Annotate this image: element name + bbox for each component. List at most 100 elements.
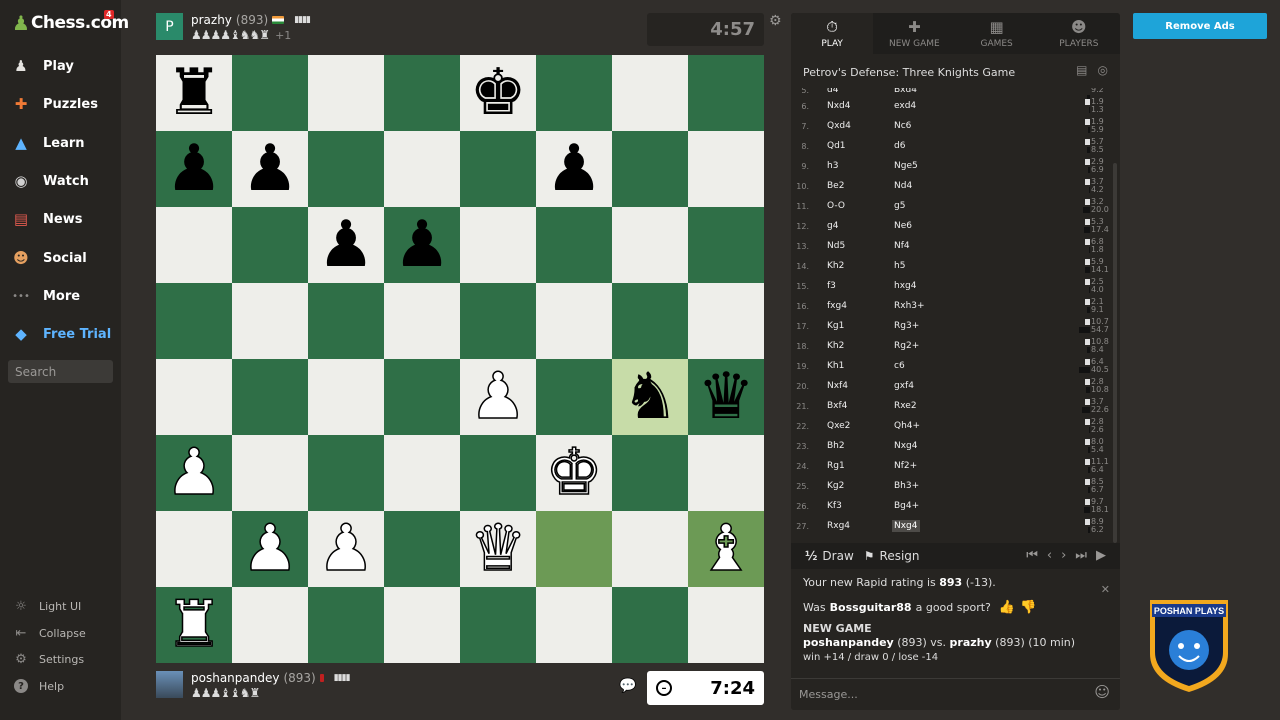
sidebar-item-news[interactable]: ▤ News: [0, 203, 121, 235]
black-move[interactable]: Nf4: [892, 240, 912, 252]
square-g4[interactable]: ♞: [612, 359, 688, 435]
white-move[interactable]: Rxg4: [827, 521, 850, 531]
last-move-icon[interactable]: ⏭: [1075, 548, 1087, 563]
square-h7[interactable]: [688, 131, 764, 207]
white-move[interactable]: Bxf4: [827, 401, 847, 411]
square-c7[interactable]: [308, 131, 384, 207]
square-h5[interactable]: [688, 283, 764, 359]
tab-new-game[interactable]: ✚ NEW GAME: [873, 13, 955, 54]
square-g3[interactable]: [612, 435, 688, 511]
white-move[interactable]: f3: [827, 281, 836, 291]
sidebar-item-play[interactable]: ♟ Play: [0, 50, 121, 82]
square-e3[interactable]: [460, 435, 536, 511]
square-a6[interactable]: [156, 207, 232, 283]
white-move[interactable]: g4: [827, 221, 838, 231]
square-c5[interactable]: [308, 283, 384, 359]
square-d1[interactable]: [384, 587, 460, 663]
square-a5[interactable]: [156, 283, 232, 359]
square-c2[interactable]: ♟: [308, 511, 384, 587]
square-f6[interactable]: [536, 207, 612, 283]
square-b6[interactable]: [232, 207, 308, 283]
black-knight-icon[interactable]: ♞: [621, 365, 678, 429]
sidebar-item-puzzles[interactable]: ✚ Puzzles: [0, 88, 121, 120]
white-move[interactable]: O-O: [827, 201, 845, 211]
white-move[interactable]: Rg1: [827, 461, 845, 471]
tab-play[interactable]: ⏱ PLAY: [791, 13, 874, 54]
resign-button[interactable]: ⚑ Resign: [864, 549, 920, 563]
explorer-icon[interactable]: ◎: [1098, 63, 1108, 77]
black-move[interactable]: Qh4+: [892, 420, 922, 432]
square-b3[interactable]: [232, 435, 308, 511]
opponent-link[interactable]: Bossguitar88: [830, 601, 912, 614]
square-a2[interactable]: [156, 511, 232, 587]
tab-games[interactable]: ▦ GAMES: [956, 13, 1038, 54]
black-move[interactable]: Nc6: [892, 120, 913, 132]
square-f8[interactable]: [536, 55, 612, 131]
square-f3[interactable]: ♚: [536, 435, 612, 511]
white-pawn-icon[interactable]: ♟: [317, 516, 376, 582]
sidebar-item-social[interactable]: ☻ Social: [0, 242, 121, 274]
thumbs-up-icon[interactable]: 👍: [999, 600, 1015, 615]
square-f5[interactable]: [536, 283, 612, 359]
square-a8[interactable]: ♜: [156, 55, 232, 131]
thumbs-down-icon[interactable]: 👎: [1020, 600, 1036, 615]
bottom-player-avatar[interactable]: [156, 671, 183, 698]
white-move[interactable]: d4: [827, 88, 838, 95]
black-king-icon[interactable]: ♚: [469, 61, 526, 125]
top-player-name[interactable]: prazhy: [191, 13, 232, 27]
black-move[interactable]: Nxg4: [892, 520, 920, 532]
square-g5[interactable]: [612, 283, 688, 359]
next-move-icon[interactable]: ›: [1061, 548, 1066, 563]
square-h2[interactable]: ♝: [688, 511, 764, 587]
white-move[interactable]: Kg2: [827, 481, 844, 491]
square-d2[interactable]: [384, 511, 460, 587]
square-e4[interactable]: ♟: [460, 359, 536, 435]
square-e7[interactable]: [460, 131, 536, 207]
black-move[interactable]: gxf4: [892, 380, 916, 392]
square-f4[interactable]: [536, 359, 612, 435]
white-move[interactable]: Kf3: [827, 501, 842, 511]
play-icon[interactable]: ▶: [1096, 548, 1106, 563]
square-c6[interactable]: ♟: [308, 207, 384, 283]
square-a1[interactable]: ♜: [156, 587, 232, 663]
square-a3[interactable]: ♟: [156, 435, 232, 511]
square-h3[interactable]: [688, 435, 764, 511]
sidebar-item-more[interactable]: ••• More: [0, 280, 121, 312]
square-e5[interactable]: [460, 283, 536, 359]
square-e1[interactable]: [460, 587, 536, 663]
black-move[interactable]: Bxd4: [892, 88, 919, 96]
message-input[interactable]: [791, 678, 1120, 710]
sidebar-item-free-trial[interactable]: ◆ Free Trial: [0, 318, 121, 350]
bottom-player-name[interactable]: poshanpandey: [191, 671, 279, 685]
square-c8[interactable]: [308, 55, 384, 131]
square-g8[interactable]: [612, 55, 688, 131]
board-settings-gear-icon[interactable]: ⚙: [769, 13, 782, 29]
square-b8[interactable]: [232, 55, 308, 131]
square-b4[interactable]: [232, 359, 308, 435]
black-move[interactable]: c6: [892, 360, 907, 372]
white-move[interactable]: Qxd4: [827, 121, 851, 131]
white-move[interactable]: Qxe2: [827, 421, 850, 431]
black-move[interactable]: Rg2+: [892, 340, 921, 352]
square-b2[interactable]: ♟: [232, 511, 308, 587]
square-f2[interactable]: [536, 511, 612, 587]
black-move[interactable]: Nxg4: [892, 440, 920, 452]
square-g6[interactable]: [612, 207, 688, 283]
black-move[interactable]: Rg3+: [892, 320, 921, 332]
black-move[interactable]: hxg4: [892, 280, 918, 292]
black-move[interactable]: exd4: [892, 100, 918, 112]
black-pawn-icon[interactable]: ♟: [393, 213, 450, 277]
square-a4[interactable]: [156, 359, 232, 435]
black-move[interactable]: Nge5: [892, 160, 920, 172]
square-f7[interactable]: ♟: [536, 131, 612, 207]
black-move[interactable]: Rxh3+: [892, 300, 927, 312]
white-move[interactable]: fxg4: [827, 301, 847, 311]
sidebar-item-light-ui[interactable]: ☼ Light UI: [0, 595, 121, 617]
square-h4[interactable]: ♛: [688, 359, 764, 435]
white-move[interactable]: Kh2: [827, 261, 844, 271]
square-g1[interactable]: [612, 587, 688, 663]
book-icon[interactable]: ▤: [1076, 63, 1087, 77]
move-list[interactable]: 5. d4 Bxd4 9.2 6. Nxd4 exd4 1.9 1.3 7. Qxd4 Nc6 1.9 5…: [791, 88, 1113, 540]
square-g7[interactable]: [612, 131, 688, 207]
sidebar-item-help[interactable]: ? Help: [0, 675, 121, 697]
